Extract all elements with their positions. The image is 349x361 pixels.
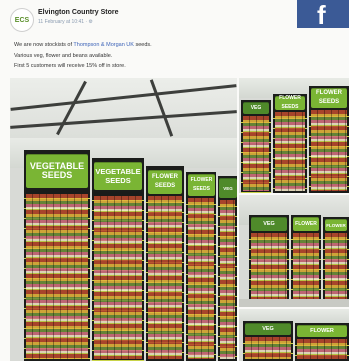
sign-veg: VEG <box>251 217 287 231</box>
facebook-post: ECS Elvington Country Store 11 February … <box>0 0 349 361</box>
sign-flower: FLOWER <box>293 217 319 231</box>
sign-flower: FLOWER <box>297 325 347 337</box>
seed-rack <box>218 176 237 361</box>
seed-packets <box>188 198 214 359</box>
page-avatar[interactable]: ECS <box>10 8 34 32</box>
mention-link[interactable]: Thompson & Morgan UK <box>73 42 134 48</box>
ceiling-beam <box>56 80 87 136</box>
sign-veg: VEG <box>243 102 269 114</box>
sign-vegetable-seeds: VEGETABLE SEEDS <box>94 162 142 190</box>
seed-packets <box>243 116 269 191</box>
post-line-1-suffix: seeds. <box>133 42 152 48</box>
post-line-1-prefix: We are now stockists of <box>14 42 74 48</box>
post-header: ECS Elvington Country Store 11 February … <box>10 8 280 36</box>
sign-flower-seeds: FLOWER SEEDS <box>311 88 347 108</box>
photo-top-right[interactable]: VEG FLOWER SEEDS FLOWER SEEDS <box>239 78 349 193</box>
photo-bottom-right[interactable]: VEG FLOWER <box>239 309 349 361</box>
sign-flower-seeds: FLOWER SEEDS <box>188 174 215 196</box>
seed-packets <box>26 194 88 359</box>
post-line-1: We are now stockists of Thompson & Morga… <box>14 40 334 51</box>
facebook-logo-icon: f <box>297 0 349 28</box>
seed-packets <box>251 233 287 299</box>
sign-veg: VEG <box>219 178 237 198</box>
photo-middle-right[interactable]: VEG FLOWER FLOWER <box>239 195 349 307</box>
ceiling-beam <box>149 79 174 137</box>
seed-packets <box>293 233 319 299</box>
facebook-logo-letter: f <box>317 0 326 30</box>
seed-packets <box>325 233 347 299</box>
post-line-2: Various veg, flower and beans available. <box>14 52 113 59</box>
seed-packets <box>297 339 347 359</box>
sign-vegetable-seeds: VEGETABLE SEEDS <box>26 154 88 188</box>
floor <box>239 299 349 307</box>
post-timestamp[interactable]: 11 February at 10:41 · ⚙ <box>38 19 93 25</box>
avatar-text: ECS <box>14 16 30 24</box>
seed-packets <box>311 110 347 191</box>
photo-main[interactable]: VEGETABLE SEEDS VEGETABLE SEEDS FLOWER S… <box>10 78 237 361</box>
ceiling-beam <box>10 84 237 111</box>
seed-rack <box>186 172 216 361</box>
post-body-text: We are now stockists of Thompson & Morga… <box>14 40 334 72</box>
seed-packets <box>94 196 142 359</box>
sign-flower-seeds: FLOWER SEEDS <box>148 170 182 194</box>
sign-flower-seeds: FLOWER SEEDS <box>275 95 305 110</box>
seed-packets <box>220 200 235 359</box>
ceiling-beam <box>10 110 237 129</box>
sign-veg: VEG <box>245 323 291 335</box>
post-line-3: First 5 customers will receive 15% off i… <box>14 63 126 69</box>
sign-flower: FLOWER <box>325 219 347 231</box>
seed-packets <box>275 112 305 191</box>
seed-packets <box>148 196 182 359</box>
page-name-link[interactable]: Elvington Country Store <box>38 9 119 16</box>
seed-packets <box>245 337 291 359</box>
seed-rack <box>146 166 184 361</box>
